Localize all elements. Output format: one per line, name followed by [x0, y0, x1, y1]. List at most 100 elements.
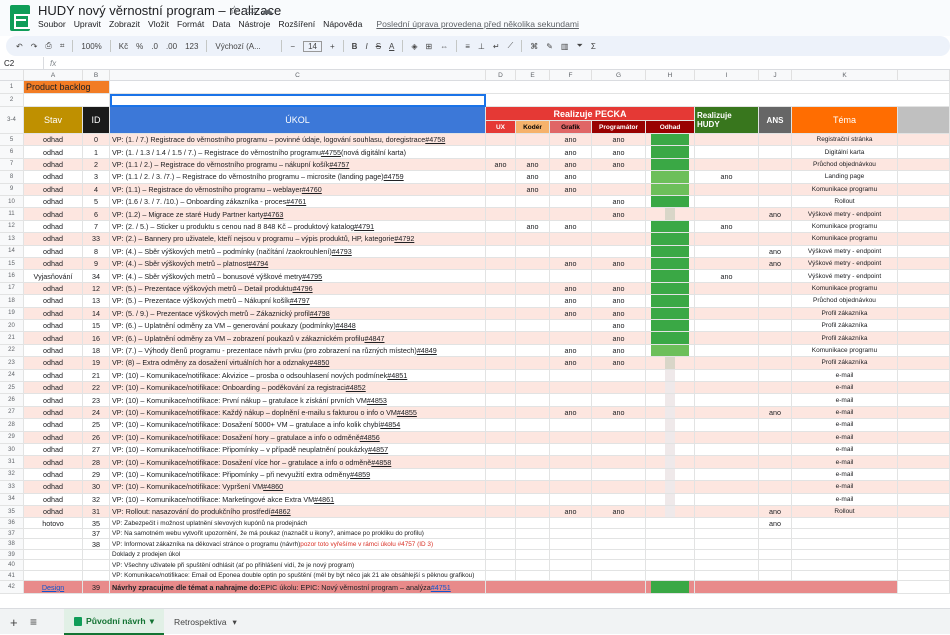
task-link[interactable]: #4859 [350, 470, 370, 479]
hudy-cell[interactable] [695, 258, 759, 271]
comment-icon[interactable]: ✎ [546, 42, 553, 51]
sheets-logo-icon[interactable] [10, 5, 30, 31]
sheet-tab-puvodni-navrh[interactable]: Původní návrh ▾ [64, 609, 165, 635]
tema-cell[interactable]: e-mail [792, 431, 898, 444]
empty-cell[interactable] [898, 270, 950, 283]
id-cell[interactable] [83, 549, 110, 561]
odhad-cell[interactable] [646, 344, 695, 358]
task-link[interactable]: #4855 [397, 408, 417, 417]
grafik-cell[interactable] [550, 320, 592, 333]
grafik-cell[interactable] [550, 233, 592, 246]
ans-cell[interactable] [759, 146, 792, 159]
ans-cell[interactable] [759, 468, 792, 482]
ans-cell[interactable] [759, 233, 792, 246]
id-cell[interactable]: 0 [83, 134, 110, 147]
font-size-decrease-icon[interactable]: − [290, 42, 295, 51]
programator-cell[interactable] [592, 419, 646, 432]
ans-cell[interactable] [759, 369, 792, 382]
ukol-cell[interactable]: VP: (4.) – Sběr výškových metrů – podmín… [110, 245, 486, 258]
column-header-k[interactable]: K [792, 70, 898, 81]
ux-cell[interactable] [486, 258, 516, 271]
percent-button[interactable]: % [136, 42, 143, 51]
column-header-b[interactable]: B [83, 70, 110, 81]
ans-cell[interactable]: ano [759, 406, 792, 420]
merge-cells-icon[interactable]: ⇔ [440, 42, 448, 51]
empty-cell[interactable] [898, 382, 950, 395]
ukol-cell[interactable]: VP: (7.) – Výhody členů programu - preze… [110, 344, 486, 358]
id-cell[interactable]: 12 [83, 282, 110, 296]
ukol-cell[interactable]: Doklady z prodejen úkol [110, 549, 486, 561]
row-number[interactable]: 5 [0, 134, 24, 147]
row-number[interactable]: 42 [0, 581, 24, 595]
empty-cell[interactable] [898, 394, 950, 407]
header-koder[interactable]: Kodér [516, 121, 550, 134]
row-number[interactable]: 25 [0, 382, 24, 395]
programator-cell[interactable] [592, 369, 646, 382]
tema-cell[interactable]: e-mail [792, 493, 898, 506]
font-size-input[interactable]: 14 [303, 40, 322, 52]
grafik-cell[interactable] [550, 245, 592, 258]
programator-cell[interactable]: ano [592, 258, 646, 271]
sheet-tab-retrospektiva[interactable]: Retrospektiva ▾ [164, 609, 247, 635]
tema-cell[interactable] [792, 518, 898, 529]
filter-icon[interactable]: ⏷ [576, 41, 582, 51]
hudy-cell[interactable]: ano [695, 220, 759, 234]
odhad-cell[interactable] [646, 493, 695, 506]
grafik-cell[interactable] [550, 332, 592, 345]
stav-cell[interactable] [24, 539, 83, 550]
grafik-cell[interactable]: ano [550, 220, 592, 234]
koder-cell[interactable] [516, 344, 550, 358]
ukol-cell[interactable]: VP: (10) – Komunikace/notifikace: Akvizi… [110, 369, 486, 382]
ux-cell[interactable] [486, 295, 516, 308]
row-number[interactable]: 31 [0, 456, 24, 469]
ukol-cell[interactable]: VP: (1.1 / 2. / 3. /7.) – Registrace do … [110, 171, 486, 184]
programator-cell[interactable] [592, 270, 646, 283]
hudy-cell[interactable] [695, 506, 759, 519]
empty-cell[interactable] [695, 581, 898, 595]
row-number[interactable]: 10 [0, 196, 24, 209]
task-link[interactable]: #4862 [271, 507, 291, 516]
programator-cell[interactable] [592, 245, 646, 258]
name-box[interactable]: C2 [0, 57, 44, 70]
ukol-cell[interactable]: VP: Komunikace/notifikace: Email od Epon… [110, 570, 486, 582]
ans-cell[interactable] [759, 539, 792, 550]
empty-cell[interactable] [898, 539, 950, 550]
task-link[interactable]: #4850 [309, 358, 329, 367]
ux-cell[interactable] [486, 183, 516, 196]
id-cell[interactable]: 25 [83, 419, 110, 432]
ukol-cell[interactable]: VP: (10) – Komunikace/notifikace: První … [110, 394, 486, 407]
ux-cell[interactable] [486, 406, 516, 420]
empty-cell[interactable] [898, 456, 950, 469]
hudy-cell[interactable] [695, 431, 759, 444]
strikethrough-button[interactable]: S [376, 42, 381, 51]
ans-cell[interactable] [759, 549, 792, 561]
grafik-cell[interactable] [550, 549, 592, 561]
hudy-cell[interactable] [695, 295, 759, 308]
programator-cell[interactable] [592, 528, 646, 540]
id-cell[interactable]: 18 [83, 344, 110, 358]
id-cell[interactable]: 26 [83, 431, 110, 444]
id-cell[interactable] [83, 560, 110, 571]
redo-icon[interactable]: ↷ [31, 42, 38, 51]
grafik-cell[interactable] [550, 539, 592, 550]
koder-cell[interactable] [516, 394, 550, 407]
grafik-cell[interactable] [550, 431, 592, 444]
header-programator[interactable]: Programátor [592, 121, 646, 134]
task-link[interactable]: #4795 [302, 272, 322, 281]
header-ans[interactable]: ANS [759, 107, 792, 134]
koder-cell[interactable] [516, 258, 550, 271]
ux-cell[interactable] [486, 518, 516, 529]
tema-cell[interactable]: Rollout [792, 196, 898, 209]
ux-cell[interactable] [486, 307, 516, 320]
id-cell[interactable]: 8 [83, 245, 110, 258]
empty-cell[interactable] [898, 357, 950, 370]
tema-cell[interactable] [792, 539, 898, 550]
empty-cell[interactable] [898, 171, 950, 184]
task-link[interactable]: #4794 [248, 259, 268, 268]
task-link[interactable]: #4761 [286, 197, 306, 206]
odhad-cell[interactable] [646, 549, 695, 561]
id-cell[interactable]: 13 [83, 295, 110, 308]
empty-cell[interactable] [486, 94, 950, 107]
id-cell[interactable]: 27 [83, 444, 110, 457]
stav-cell[interactable]: odhad [24, 295, 83, 308]
